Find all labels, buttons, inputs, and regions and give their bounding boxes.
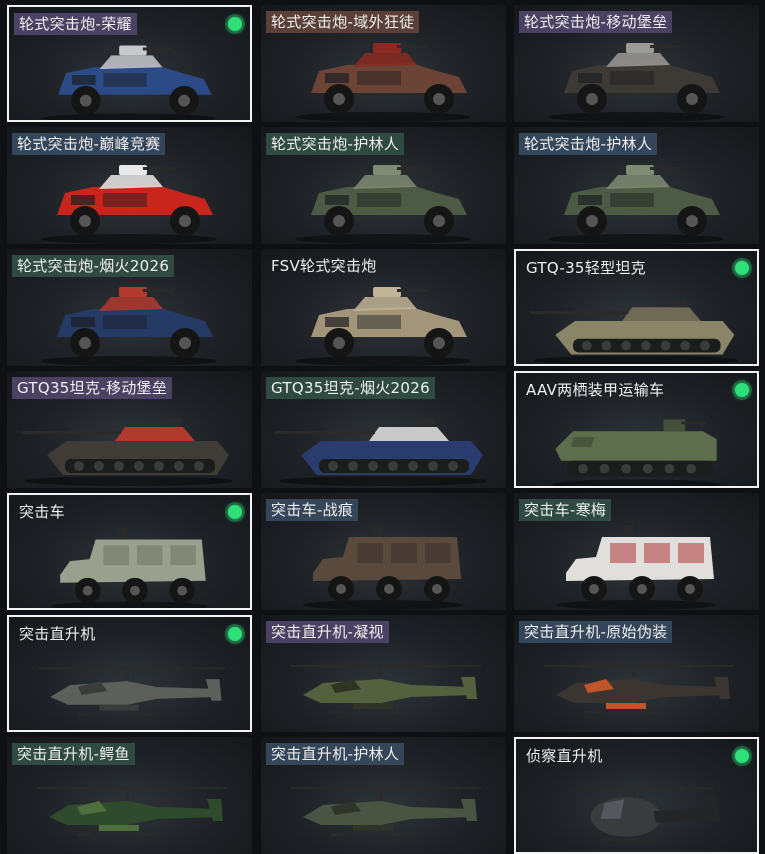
vehicle-card[interactable]: 轮式突击炮-护林人 xyxy=(514,127,759,244)
armored-car-icon xyxy=(261,153,506,244)
vehicle-card-title: AAV两栖装甲运输车 xyxy=(526,381,665,399)
vehicle-card[interactable]: 突击车 xyxy=(7,493,252,610)
vehicle-card-title: 突击车-战痕 xyxy=(266,499,359,521)
attack-helicopter-icon xyxy=(7,763,252,854)
vehicle-card[interactable]: 轮式突击炮-移动堡垒 xyxy=(514,5,759,122)
armored-car-icon xyxy=(7,275,252,366)
vehicle-card-title: 轮式突击炮-巅峰竞赛 xyxy=(12,133,166,155)
vehicle-card-title: 突击直升机-鳄鱼 xyxy=(12,743,135,765)
armored-car-icon xyxy=(514,153,759,244)
vehicle-card-title: 突击车 xyxy=(19,503,65,521)
vehicle-card[interactable]: 轮式突击炮-域外狂徒 xyxy=(261,5,506,122)
armored-car-icon xyxy=(7,153,252,244)
vehicle-card-title: GTQ35坦克-移动堡垒 xyxy=(12,377,173,399)
vehicle-card-title: GTQ35坦克-烟火2026 xyxy=(266,377,435,399)
vehicle-card-title: 轮式突击炮-护林人 xyxy=(519,133,658,155)
vehicle-card-title: 侦察直升机 xyxy=(526,747,603,765)
assault-truck-icon xyxy=(514,519,759,610)
attack-helicopter-icon xyxy=(514,641,759,732)
vehicle-card-title: 轮式突击炮-荣耀 xyxy=(14,13,137,35)
vehicle-card-title: 轮式突击炮-护林人 xyxy=(266,133,405,155)
vehicle-card[interactable]: 突击车-寒梅 xyxy=(514,493,759,610)
owned-indicator-icon xyxy=(735,261,749,275)
vehicle-card[interactable]: 突击直升机-原始伪装 xyxy=(514,615,759,732)
vehicle-card-title: 轮式突击炮-烟火2026 xyxy=(12,255,175,277)
owned-indicator-icon xyxy=(228,17,242,31)
vehicle-card[interactable]: GTQ35坦克-移动堡垒 xyxy=(7,371,252,488)
vehicle-skin-grid: 轮式突击炮-荣耀 轮式突击炮-域外狂徒 轮式突击炮-移动堡垒 轮式突击炮-巅峰竞… xyxy=(0,0,765,854)
armored-car-icon xyxy=(261,31,506,122)
armored-car-icon xyxy=(514,31,759,122)
vehicle-card[interactable]: 突击直升机-护林人 xyxy=(261,737,506,854)
vehicle-card[interactable]: GTQ35坦克-烟火2026 xyxy=(261,371,506,488)
vehicle-card[interactable]: 轮式突击炮-护林人 xyxy=(261,127,506,244)
owned-indicator-icon xyxy=(735,383,749,397)
tank-icon xyxy=(516,277,757,364)
owned-indicator-icon xyxy=(228,627,242,641)
vehicle-card[interactable]: 突击直升机 xyxy=(7,615,252,732)
vehicle-card[interactable]: 轮式突击炮-烟火2026 xyxy=(7,249,252,366)
attack-helicopter-icon xyxy=(261,763,506,854)
owned-indicator-icon xyxy=(228,505,242,519)
vehicle-card[interactable]: 突击车-战痕 xyxy=(261,493,506,610)
vehicle-card-title: FSV轮式突击炮 xyxy=(271,257,377,275)
armored-car-icon xyxy=(261,275,506,366)
vehicle-card-title: 突击车-寒梅 xyxy=(519,499,612,521)
vehicle-card[interactable]: GTQ-35轻型坦克 xyxy=(514,249,759,366)
tank-icon xyxy=(261,397,506,488)
assault-truck-icon xyxy=(261,519,506,610)
vehicle-card[interactable]: 侦察直升机 xyxy=(514,737,759,854)
vehicle-card[interactable]: AAV两栖装甲运输车 xyxy=(514,371,759,488)
armored-car-icon xyxy=(9,33,250,120)
vehicle-card[interactable]: 轮式突击炮-巅峰竞赛 xyxy=(7,127,252,244)
attack-helicopter-icon xyxy=(9,643,250,730)
vehicle-card-title: 突击直升机 xyxy=(19,625,96,643)
vehicle-card-title: 突击直升机-护林人 xyxy=(266,743,405,765)
vehicle-card-title: 突击直升机-凝视 xyxy=(266,621,389,643)
vehicle-card[interactable]: FSV轮式突击炮 xyxy=(261,249,506,366)
vehicle-card-title: 轮式突击炮-移动堡垒 xyxy=(519,11,673,33)
vehicle-card[interactable]: 突击直升机-凝视 xyxy=(261,615,506,732)
vehicle-card[interactable]: 轮式突击炮-荣耀 xyxy=(7,5,252,122)
tank-icon xyxy=(7,397,252,488)
scout-helicopter-icon xyxy=(516,765,757,852)
assault-truck-icon xyxy=(9,521,250,608)
attack-helicopter-icon xyxy=(261,641,506,732)
vehicle-card[interactable]: 突击直升机-鳄鱼 xyxy=(7,737,252,854)
vehicle-card-title: 突击直升机-原始伪装 xyxy=(519,621,673,643)
owned-indicator-icon xyxy=(735,749,749,763)
amphibious-vehicle-icon xyxy=(516,399,757,486)
vehicle-card-title: GTQ-35轻型坦克 xyxy=(526,259,646,277)
vehicle-card-title: 轮式突击炮-域外狂徒 xyxy=(266,11,420,33)
